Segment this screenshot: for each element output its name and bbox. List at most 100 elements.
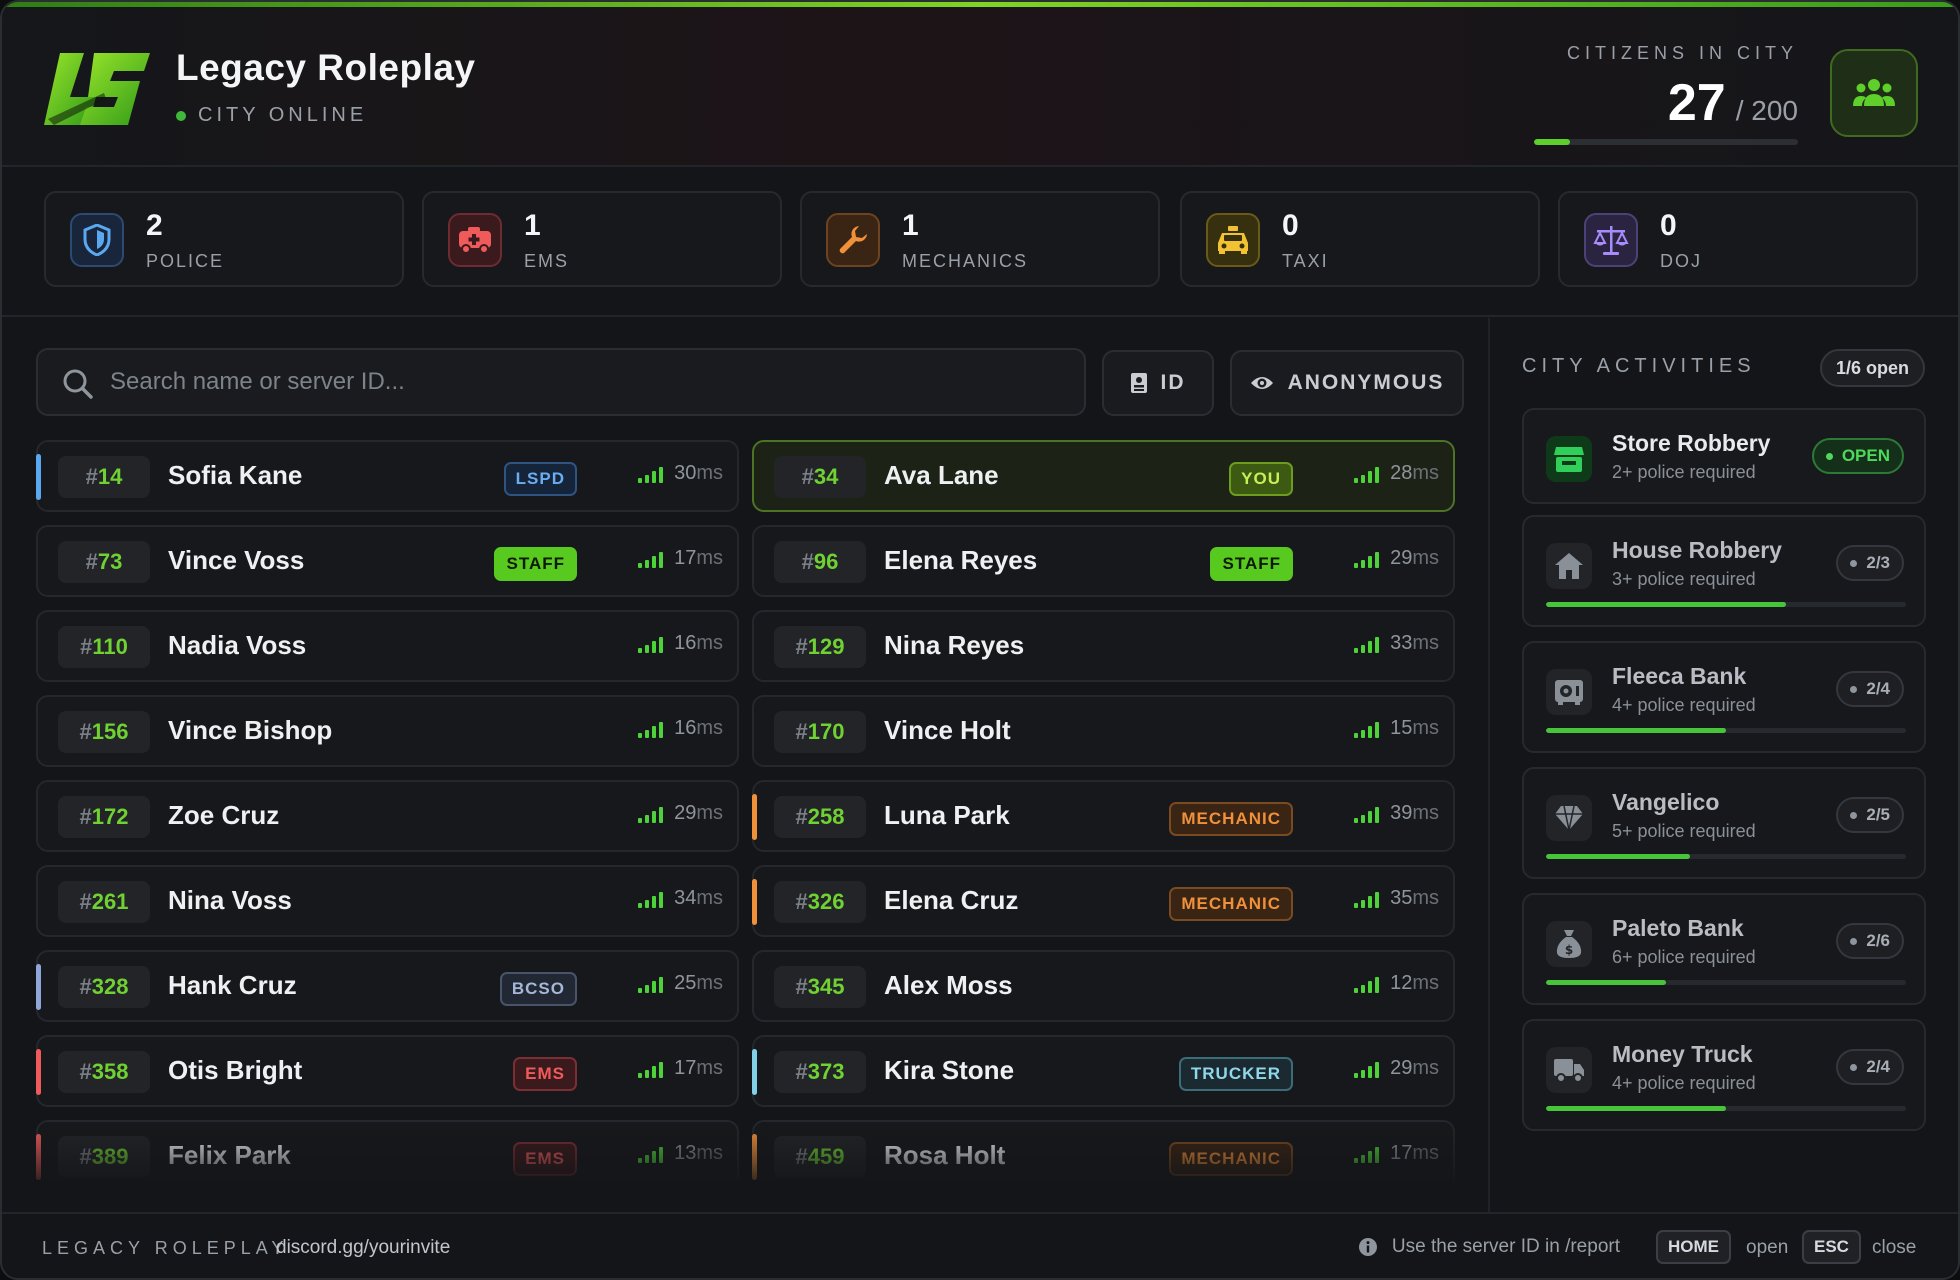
discord-link[interactable]: discord.gg/yourinvite: [276, 1237, 450, 1259]
job-accent-bar: [752, 1049, 757, 1095]
signal-icon: [638, 890, 666, 908]
id-toggle-button[interactable]: ID: [1102, 350, 1214, 416]
stat-count: 0: [1660, 209, 1677, 242]
ping-value: 17: [1390, 1142, 1413, 1164]
player-row[interactable]: #110 Nadia Voss 16 ms: [36, 610, 739, 682]
player-id-number: 459: [807, 1144, 845, 1169]
player-id: #156: [58, 711, 150, 753]
activity-name: House Robbery: [1612, 537, 1782, 563]
signal-icon: [638, 975, 666, 993]
player-row[interactable]: #96 Elena Reyes STAFF 29 ms: [752, 525, 1455, 597]
activity-card[interactable]: Fleeca Bank 4+ police required 2/4: [1522, 641, 1926, 753]
stat-label: TAXI: [1282, 251, 1329, 271]
player-row[interactable]: #14 Sofia Kane LSPD 30 ms: [36, 440, 739, 512]
status-dot: [1850, 559, 1858, 567]
stat-doj: 0 DOJ: [1558, 191, 1918, 287]
esc-key: ESC: [1802, 1230, 1861, 1264]
player-id-number: 258: [807, 804, 845, 829]
sidebar-divider: [1488, 318, 1490, 1212]
id-prefix: #: [79, 889, 92, 914]
player-id-number: 345: [807, 974, 845, 999]
player-row[interactable]: #328 Hank Cruz BCSO 25 ms: [36, 950, 739, 1022]
signal-icon: [638, 1060, 666, 1078]
player-row[interactable]: #261 Nina Voss 34 ms: [36, 865, 739, 937]
activity-progress-fill: [1546, 1106, 1726, 1111]
activity-requirement: 6+ police required: [1612, 947, 1756, 967]
player-row[interactable]: #172 Zoe Cruz 29 ms: [36, 780, 739, 852]
activity-status: 2/3: [1836, 545, 1904, 581]
ping-unit: ms: [696, 972, 723, 994]
player-row[interactable]: #326 Elena Cruz MECHANIC 35 ms: [752, 865, 1455, 937]
player-row[interactable]: #258 Luna Park MECHANIC 39 ms: [752, 780, 1455, 852]
player-row[interactable]: #389 Felix Park EMS 13 ms: [36, 1120, 739, 1180]
scoreboard-panel: Legacy Roleplay CITY ONLINE CITIZENS IN …: [0, 0, 1960, 1280]
ping-unit: ms: [696, 887, 723, 909]
signal-icon: [1354, 550, 1382, 568]
player-ping: 33 ms: [1354, 632, 1439, 655]
job-accent-bar: [752, 1134, 757, 1180]
player-tag-ems: EMS: [513, 1142, 577, 1176]
activity-card[interactable]: $ Paleto Bank 6+ police required 2/6: [1522, 893, 1926, 1005]
citizens-progress: [1534, 139, 1798, 145]
player-id: #14: [58, 456, 150, 498]
signal-icon: [1354, 1145, 1382, 1163]
player-ping: 29 ms: [638, 802, 723, 825]
job-stats: 2 POLICE 1 EMS 1 MECHANICS 0 TAXI 0 DOJ: [2, 169, 1958, 317]
activity-card[interactable]: Money Truck 4+ police required 2/4: [1522, 1019, 1926, 1131]
footer-hint-text: Use the server ID in /report: [1391, 1236, 1620, 1257]
player-id-number: 156: [91, 719, 129, 744]
server-logo-icon: [44, 53, 150, 125]
signal-icon: [638, 720, 666, 738]
player-row[interactable]: #34 Ava Lane YOU 28 ms: [752, 440, 1455, 512]
activity-card[interactable]: Store Robbery 2+ police required OPEN: [1522, 408, 1926, 504]
player-row[interactable]: #129 Nina Reyes 33 ms: [752, 610, 1455, 682]
citizens-current: 27: [1667, 74, 1726, 132]
citizens-label: CITIZENS IN CITY: [1566, 43, 1798, 63]
ping-value: 17: [674, 1057, 697, 1079]
search-input[interactable]: [110, 362, 1060, 402]
player-row[interactable]: #373 Kira Stone TRUCKER 29 ms: [752, 1035, 1455, 1107]
player-tag-lspd: LSPD: [503, 462, 577, 496]
player-name: Vince Holt: [884, 715, 1011, 745]
player-name: Elena Reyes: [884, 545, 1038, 575]
stat-count: 0: [1282, 209, 1299, 242]
player-row[interactable]: #358 Otis Bright EMS 17 ms: [36, 1035, 739, 1107]
player-id: #110: [58, 626, 150, 668]
stat-label: DOJ: [1660, 251, 1702, 271]
activities-title: CITY ACTIVITIES: [1522, 355, 1756, 377]
player-id: #129: [774, 626, 866, 668]
activity-progress-fill: [1546, 854, 1690, 859]
activity-name: Store Robbery: [1612, 430, 1771, 456]
stat-ems: 1 EMS: [422, 191, 782, 287]
player-row[interactable]: #345 Alex Moss 12 ms: [752, 950, 1455, 1022]
player-ping: 28 ms: [1354, 462, 1439, 485]
player-row[interactable]: #73 Vince Voss STAFF 17 ms: [36, 525, 739, 597]
player-row[interactable]: #459 Rosa Holt MECHANIC 17 ms: [752, 1120, 1455, 1180]
house-icon: [1546, 543, 1592, 589]
ping-value: 34: [674, 887, 697, 909]
player-ping: 29 ms: [1354, 547, 1439, 570]
id-prefix: #: [79, 719, 92, 744]
player-row[interactable]: #170 Vince Holt 15 ms: [752, 695, 1455, 767]
activity-name: Paleto Bank: [1612, 915, 1744, 941]
player-id-number: 172: [91, 804, 129, 829]
ping-value: 16: [674, 632, 697, 654]
player-name: Luna Park: [884, 800, 1010, 830]
player-ping: 34 ms: [638, 887, 723, 910]
ping-unit: ms: [696, 802, 723, 824]
online-dot: [176, 110, 186, 121]
svg-text:$: $: [1565, 943, 1573, 957]
truck-icon: [1546, 1047, 1592, 1093]
player-row[interactable]: #156 Vince Bishop 16 ms: [36, 695, 739, 767]
citizens-button[interactable]: [1830, 49, 1918, 137]
ping-value: 33: [1390, 632, 1413, 654]
vault-icon: [1546, 669, 1592, 715]
ping-value: 29: [1390, 1057, 1413, 1079]
activity-requirement: 2+ police required: [1612, 462, 1756, 482]
activity-status-text: 2/6: [1866, 931, 1890, 950]
anonymous-toggle-button[interactable]: ANONYMOUS: [1230, 350, 1464, 416]
player-id: #389: [58, 1136, 150, 1178]
home-key-label: open: [1746, 1237, 1789, 1258]
activity-card[interactable]: Vangelico 5+ police required 2/5: [1522, 767, 1926, 879]
activity-card[interactable]: House Robbery 3+ police required 2/3: [1522, 515, 1926, 627]
